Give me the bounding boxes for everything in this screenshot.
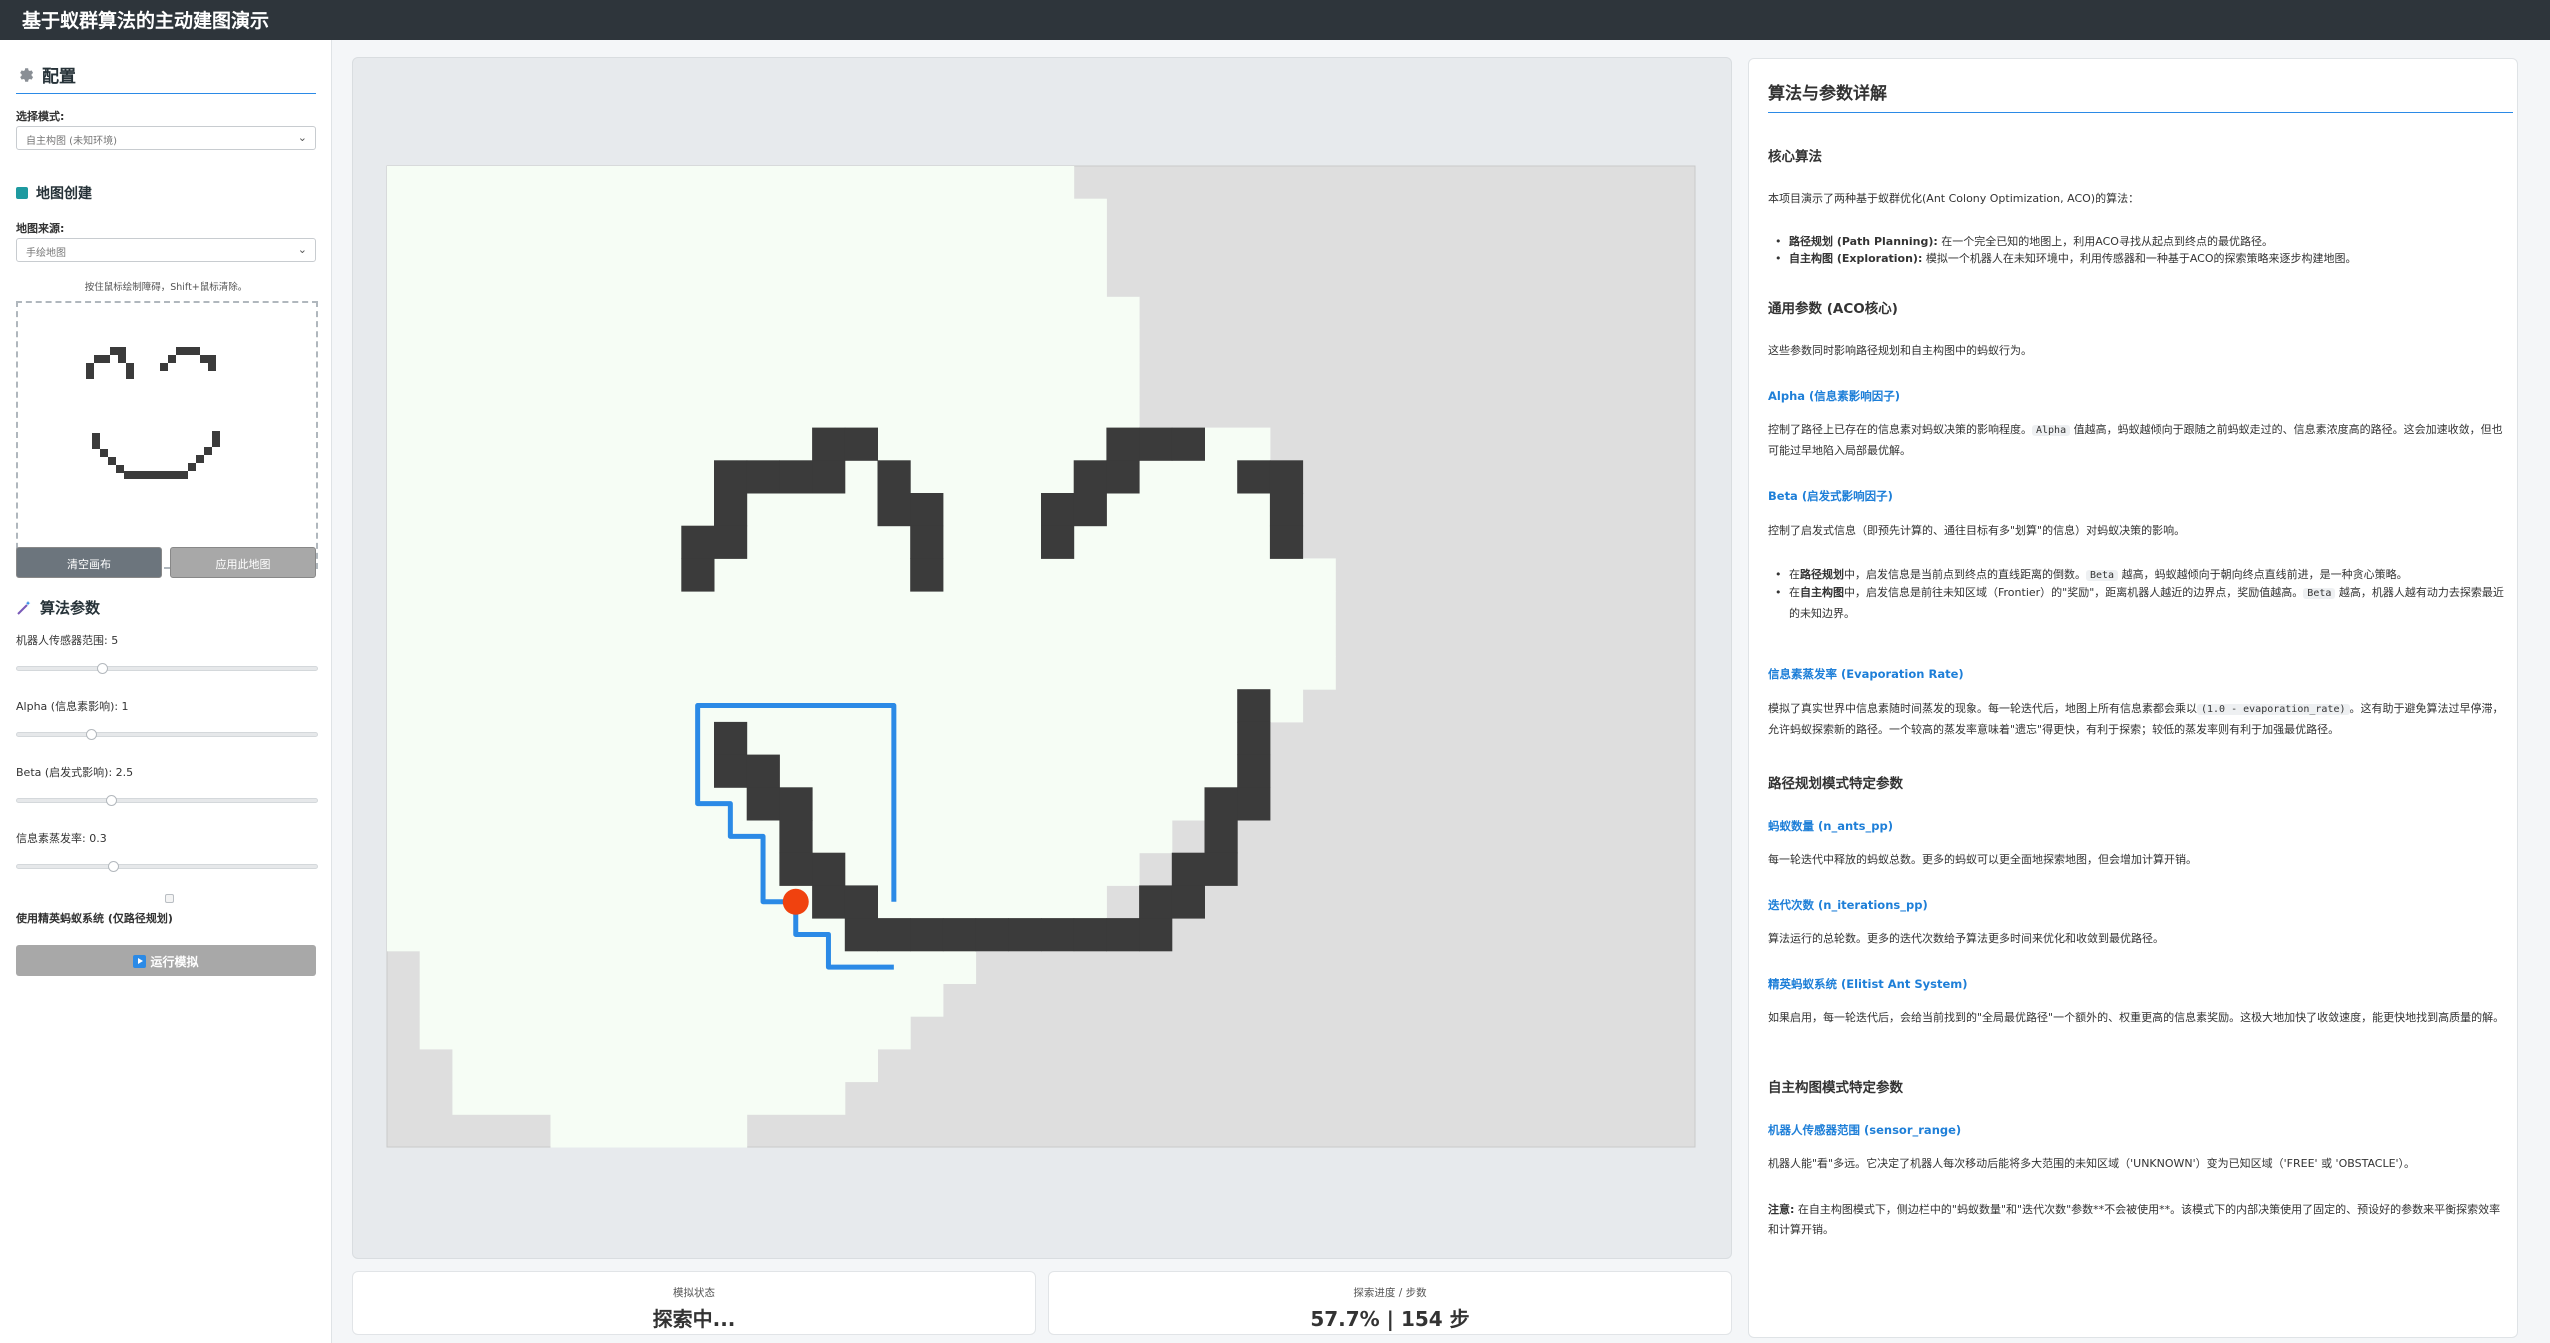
evap-desc-1: 模拟了真实世界中信息素随时间蒸发的现象。每一轮迭代后，地图上所有信息素都会乘以 bbox=[1768, 702, 2197, 715]
beta-item-pre: 在 bbox=[1789, 568, 1800, 581]
alpha-slider[interactable] bbox=[16, 729, 318, 740]
elitist-title: 精英蚂蚁系统 (Elitist Ant System) bbox=[1768, 977, 1968, 991]
run-button-label: 运行模拟 bbox=[150, 955, 199, 969]
evap-title: 信息素蒸发率 (Evaporation Rate) bbox=[1768, 667, 1964, 681]
config-section-title: 配置 bbox=[16, 62, 316, 94]
pp-title: 路径规划模式特定参数 bbox=[1768, 776, 1903, 792]
beta-item-post: 越高，蚂蚁越倾向于朝向终点直线前进，是一种贪心策略。 bbox=[2118, 568, 2408, 581]
elitist-checkbox-label: 使用精英蚂蚁系统 (仅路径规划) bbox=[16, 912, 173, 925]
beta-item-term: 自主构图 bbox=[1800, 586, 1844, 599]
common-title: 通用参数 (ACO核心) bbox=[1768, 301, 1898, 317]
beta-item-code: Beta bbox=[2303, 588, 2336, 599]
map-source-label: 地图来源: bbox=[16, 222, 65, 235]
niter-title: 迭代次数 (n_iterations_pp) bbox=[1768, 898, 1928, 912]
alpha-desc-1: 控制了路径上已存在的信息素对蚂蚁决策的影响程度。 bbox=[1768, 423, 2032, 436]
progress-value: 57.7% | 154 步 bbox=[1310, 1307, 1470, 1331]
progress-card: 探索进度 / 步数 57.7% | 154 步 bbox=[1048, 1271, 1732, 1335]
core-item: 自主构图 (Exploration): 模拟一个机器人在未知环境中，利用传感器和… bbox=[1775, 249, 2504, 269]
sim-state-label: 模拟状态 bbox=[673, 1287, 715, 1299]
slider-knob[interactable] bbox=[106, 795, 117, 806]
evaporation-slider[interactable] bbox=[16, 861, 318, 872]
nants-desc: 每一轮迭代中释放的蚂蚁总数。更多的蚂蚁可以更全面地探索地图，但会增加计算开销。 bbox=[1768, 853, 2197, 866]
core-title: 核心算法 bbox=[1768, 149, 1822, 165]
alpha-desc: 控制了路径上已存在的信息素对蚂蚁决策的影响程度。 Alpha 值越高，蚂蚁越倾向于… bbox=[1768, 420, 2508, 461]
info-panel: 算法与参数详解 核心算法 本项目演示了两种基于蚁群优化(Ant Colony O… bbox=[1748, 58, 2518, 1338]
sim-state-card: 模拟状态 探索中... bbox=[352, 1271, 1036, 1335]
note-desc: 在自主构图模式下，侧边栏中的"蚂蚁数量"和"迭代次数"参数**不会被使用**。该… bbox=[1768, 1203, 2501, 1236]
common-intro: 这些参数同时影响路径规划和自主构图中的蚂蚁行为。 bbox=[1768, 344, 2032, 357]
exp-title: 自主构图模式特定参数 bbox=[1768, 1080, 1903, 1096]
mode-select[interactable]: 自主构图 (未知环境) ⌄ bbox=[16, 126, 316, 150]
gear-icon bbox=[20, 67, 34, 82]
beta-item-term: 路径规划 bbox=[1800, 568, 1844, 581]
alpha-label: Alpha (信息素影响): 1 bbox=[16, 700, 129, 713]
beta-slider[interactable] bbox=[16, 795, 318, 806]
core-intro: 本项目演示了两种基于蚁群优化(Ant Colony Optimization, … bbox=[1768, 192, 2140, 205]
info-title: 算法与参数详解 bbox=[1768, 79, 2513, 113]
sensor-range-label: 机器人传感器范围: 5 bbox=[16, 634, 119, 647]
robot-marker bbox=[782, 888, 809, 915]
drawn-map-preview bbox=[86, 347, 220, 479]
simulation-stage bbox=[352, 57, 1732, 1259]
wand-icon bbox=[17, 600, 31, 615]
slider-knob[interactable] bbox=[108, 861, 119, 872]
elitist-desc: 如果启用，每一轮迭代后，会给当前找到的"全局最优路径"一个额外的、权重更高的信息… bbox=[1768, 1011, 2505, 1024]
beta-title: Beta (启发式影响因子) bbox=[1768, 489, 1893, 503]
evaporation-label: 信息素蒸发率: 0.3 bbox=[16, 832, 107, 845]
alpha-title: Alpha (信息素影响因子) bbox=[1768, 389, 1901, 403]
map-section-title-text: 地图创建 bbox=[36, 186, 92, 202]
core-item-term: 自主构图 (Exploration): bbox=[1789, 252, 1923, 265]
map-icon bbox=[16, 187, 28, 199]
beta-item-pre: 在 bbox=[1789, 586, 1800, 599]
beta-item: 在自主构图中，启发信息是前往未知区域（Frontier）的"奖励"，距离机器人越… bbox=[1775, 583, 2504, 624]
mode-select-value: 自主构图 (未知环境) bbox=[26, 136, 117, 147]
slider-knob[interactable] bbox=[97, 663, 108, 674]
map-section-title: 地图创建 bbox=[16, 183, 92, 203]
nants-title: 蚂蚁数量 (n_ants_pp) bbox=[1768, 819, 1893, 833]
sensor-desc: 机器人能"看"多远。它决定了机器人每次移动后能将多大范围的未知区域（'UNKNO… bbox=[1768, 1157, 2416, 1170]
algo-section-title: 算法参数 bbox=[16, 597, 100, 618]
niter-desc: 算法运行的总轮数。更多的迭代次数给予算法更多时间来优化和收敛到最优路径。 bbox=[1768, 932, 2164, 945]
elitist-checkbox[interactable] bbox=[165, 894, 174, 903]
chevron-down-icon: ⌄ bbox=[297, 243, 307, 256]
map-grid[interactable] bbox=[353, 58, 1733, 1260]
map-source-select[interactable]: 手绘地图 ⌄ bbox=[16, 238, 316, 262]
note: 注意: 在自主构图模式下，侧边栏中的"蚂蚁数量"和"迭代次数"参数**不会被使用… bbox=[1768, 1200, 2508, 1240]
chevron-down-icon: ⌄ bbox=[297, 131, 307, 144]
algo-section-title-text: 算法参数 bbox=[40, 599, 101, 617]
core-item-desc: 模拟一个机器人在未知环境中，利用传感器和一种基于ACO的探索策略来逐步构建地图。 bbox=[1922, 252, 2357, 265]
apply-map-button[interactable]: 应用此地图 bbox=[170, 547, 316, 578]
progress-label: 探索进度 / 步数 bbox=[1353, 1287, 1427, 1299]
sidebar: 配置 选择模式: 自主构图 (未知环境) ⌄ 地图创建 地图来源: 手绘地图 ⌄… bbox=[0, 40, 332, 1343]
sensor-range-slider[interactable] bbox=[16, 663, 318, 674]
sim-state-value: 探索中... bbox=[652, 1307, 736, 1331]
beta-label: Beta (启发式影响): 2.5 bbox=[16, 766, 134, 779]
clear-canvas-button[interactable]: 清空画布 bbox=[16, 547, 162, 578]
mode-label: 选择模式: bbox=[16, 110, 65, 123]
draw-canvas[interactable] bbox=[16, 301, 318, 569]
slider-knob[interactable] bbox=[86, 729, 97, 740]
beta-item-mid: 中，启发信息是前往未知区域（Frontier）的"奖励"，距离机器人越近的边界点… bbox=[1844, 586, 2304, 599]
note-label: 注意: bbox=[1768, 1203, 1795, 1216]
config-title-text: 配置 bbox=[42, 67, 76, 87]
draw-hint: 按住鼠标绘制障碍，Shift+鼠标清除。 bbox=[84, 282, 248, 293]
app-title: 基于蚁群算法的主动建图演示 bbox=[0, 0, 2550, 40]
core-item-desc: 在一个完全已知的地图上，利用ACO寻找从起点到终点的最优路径。 bbox=[1937, 235, 2273, 248]
beta-item-code: Beta bbox=[2086, 570, 2119, 581]
alpha-code: Alpha bbox=[2032, 425, 2071, 436]
core-item-term: 路径规划 (Path Planning): bbox=[1789, 235, 1938, 248]
map-source-value: 手绘地图 bbox=[26, 248, 66, 259]
sensor-title: 机器人传感器范围 (sensor_range) bbox=[1768, 1123, 1962, 1137]
beta-item-mid: 中，启发信息是当前点到终点的直线距离的倒数。 bbox=[1844, 568, 2086, 581]
evap-desc: 模拟了真实世界中信息素随时间蒸发的现象。每一轮迭代后，地图上所有信息素都会乘以(… bbox=[1768, 699, 2508, 740]
run-simulation-button[interactable]: 运行模拟 bbox=[16, 945, 316, 976]
beta-desc: 控制了启发式信息（即预先计算的、通往目标有多"划算"的信息）对蚂蚁决策的影响。 bbox=[1768, 524, 2186, 537]
evap-code: (1.0 - evaporation_rate) bbox=[2197, 704, 2350, 715]
play-icon bbox=[133, 955, 147, 968]
